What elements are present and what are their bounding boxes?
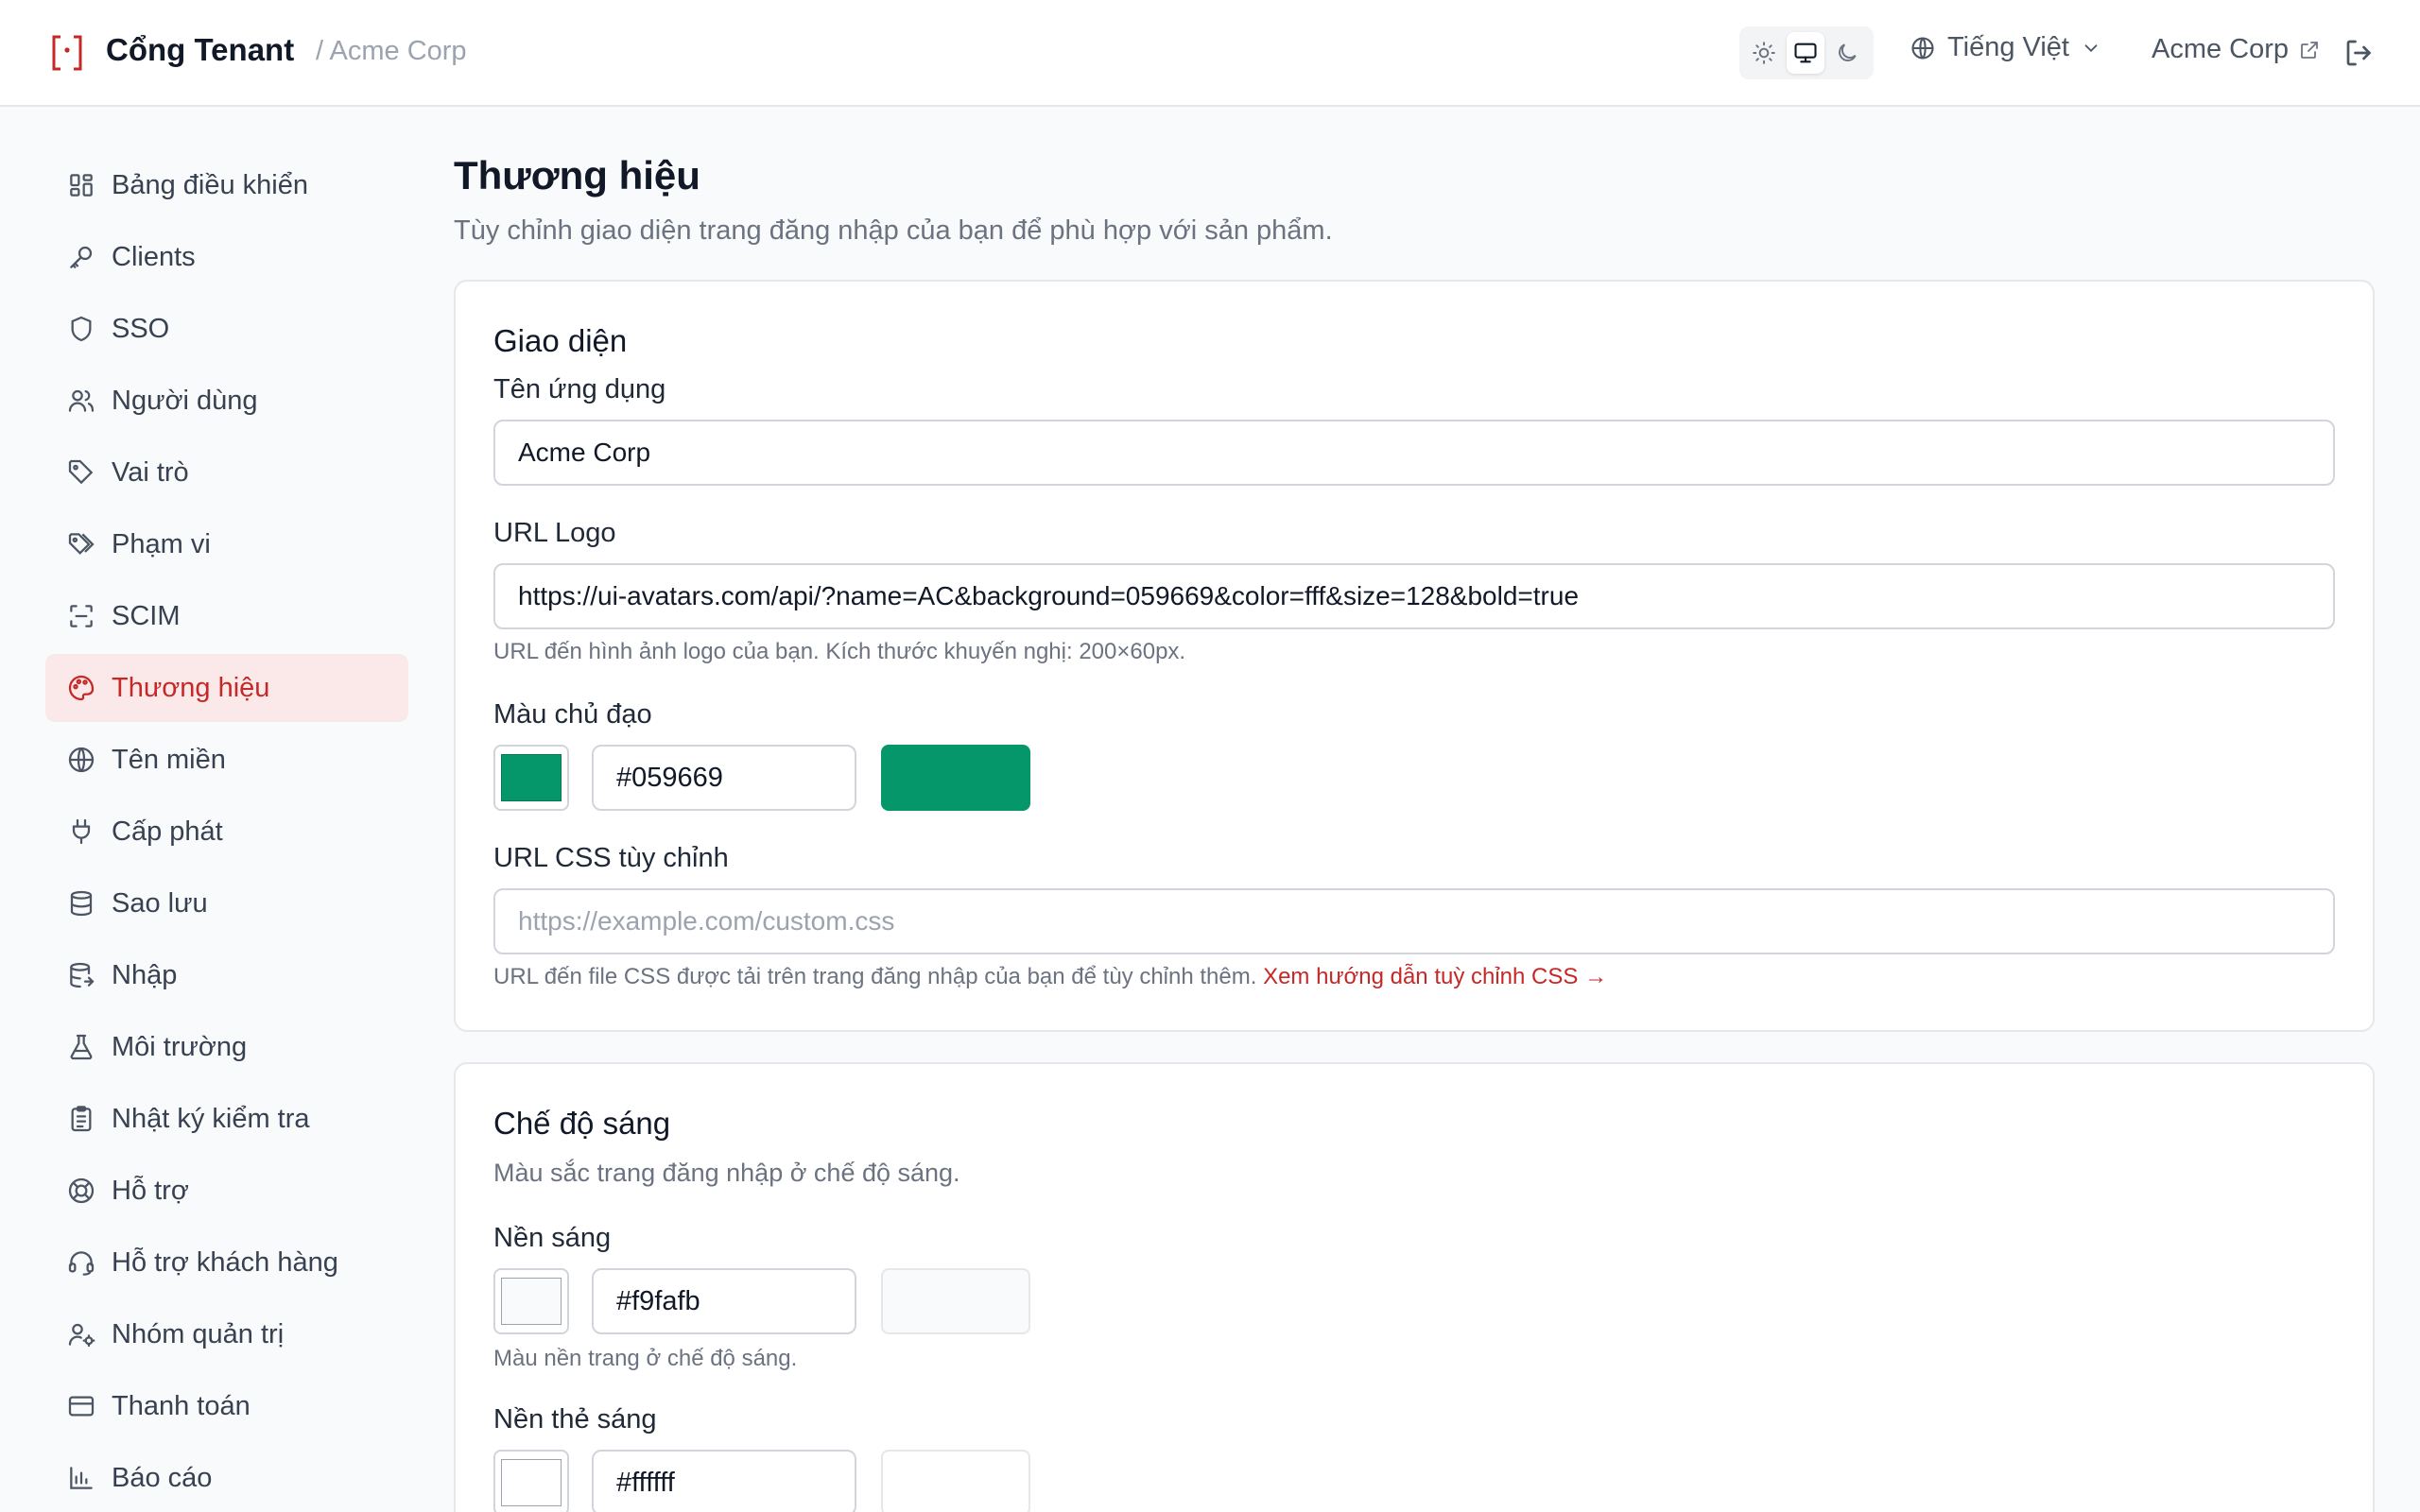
- sidebar-item-environments[interactable]: Môi trường: [45, 1013, 408, 1081]
- monitor-icon: [1794, 43, 1817, 63]
- sidebar-item-customer-support[interactable]: Hỗ trợ khách hàng: [45, 1228, 408, 1297]
- dashboard-icon: [70, 174, 93, 197]
- moon-icon: [1839, 43, 1857, 61]
- tenant-external-link[interactable]: Acme Corp: [2152, 34, 2321, 65]
- brand-logo-icon: [52, 35, 82, 71]
- database-import-icon: [70, 962, 95, 988]
- language-selector[interactable]: Tiếng Việt: [1910, 32, 2101, 63]
- light-mode-card: Chế độ sáng Màu sắc trang đăng nhập ở ch…: [454, 1062, 2375, 1512]
- app-name-label: Tên ứng dụng: [493, 374, 666, 404]
- theme-toggle: [1739, 26, 1874, 79]
- page-subtitle: Tùy chỉnh giao diện trang đăng nhập của …: [454, 215, 1333, 246]
- sidebar-item-users[interactable]: Người dùng: [45, 367, 408, 435]
- scan-icon: [70, 605, 93, 627]
- tags-icon: [68, 533, 95, 555]
- brand-title: Cổng Tenant: [106, 32, 295, 67]
- flask-icon: [70, 1034, 93, 1060]
- sidebar-item-scopes[interactable]: Phạm vi: [45, 510, 408, 578]
- sidebar-item-reports[interactable]: Báo cáo: [45, 1444, 408, 1512]
- credit-card-icon: [68, 1396, 95, 1417]
- sidebar-item-import[interactable]: Nhập: [45, 941, 408, 1009]
- light-card-preview: [881, 1450, 1030, 1512]
- light-bg-label: Nền sáng: [493, 1223, 612, 1253]
- database-icon: [70, 890, 93, 917]
- appearance-title: Giao diện: [493, 323, 628, 358]
- light-card-label: Nền thẻ sáng: [493, 1404, 657, 1435]
- palette-icon: [68, 675, 95, 701]
- light-bg-color-picker[interactable]: [493, 1268, 569, 1334]
- sidebar: Bảng điều khiển Clients SSO Người dùng V…: [45, 151, 408, 1512]
- chevron-down-icon: [2084, 43, 2098, 52]
- primary-color-label: Màu chủ đạo: [493, 699, 652, 730]
- sidebar-item-sso[interactable]: SSO: [45, 295, 408, 363]
- page-title: Thương hiệu: [454, 153, 700, 198]
- sidebar-item-backup[interactable]: Sao lưu: [45, 869, 408, 937]
- sidebar-item-billing[interactable]: Thanh toán: [45, 1372, 408, 1440]
- logout-icon[interactable]: [2342, 36, 2377, 70]
- light-bg-preview: [881, 1268, 1030, 1334]
- sidebar-item-provisioning[interactable]: Cấp phát: [45, 798, 408, 866]
- custom-css-help: URL đến file CSS được tải trên trang đăn…: [493, 964, 1608, 989]
- light-card-swatch: [501, 1459, 562, 1506]
- sidebar-item-support[interactable]: Hỗ trợ: [45, 1157, 408, 1225]
- sidebar-item-admin-groups[interactable]: Nhóm quản trị: [45, 1300, 408, 1368]
- light-mode-title: Chế độ sáng: [493, 1106, 671, 1141]
- clipboard-icon: [71, 1106, 92, 1132]
- custom-css-input[interactable]: https://example.com/custom.css: [493, 888, 2335, 954]
- bar-chart-icon: [70, 1467, 93, 1489]
- css-guide-link[interactable]: Xem hướng dẫn tuỳ chỉnh CSS →: [1263, 964, 1607, 989]
- sidebar-item-audit-log[interactable]: Nhật ký kiểm tra: [45, 1085, 408, 1153]
- users-icon: [68, 389, 95, 412]
- external-link-icon: [2301, 41, 2318, 59]
- globe-icon: [68, 747, 95, 773]
- language-label: Tiếng Việt: [1947, 32, 2069, 62]
- light-bg-help: Màu nền trang ở chế độ sáng.: [493, 1346, 798, 1371]
- light-mode-description: Màu sắc trang đăng nhập ở chế độ sáng.: [493, 1159, 960, 1187]
- appearance-card: Giao diện Tên ứng dụng Acme Corp URL Log…: [454, 280, 2375, 1032]
- light-bg-input[interactable]: #f9fafb: [592, 1268, 856, 1334]
- system-theme-button[interactable]: [1787, 32, 1824, 74]
- light-theme-button[interactable]: [1745, 32, 1783, 74]
- light-card-color-picker[interactable]: [493, 1450, 569, 1512]
- primary-color-picker[interactable]: [493, 745, 569, 811]
- dark-theme-button[interactable]: [1828, 32, 1866, 74]
- top-header: Cổng Tenant / Acme Corp Tiếng Việt Acme: [0, 0, 2420, 107]
- tenant-link-label: Acme Corp: [2152, 34, 2290, 64]
- tag-icon: [68, 459, 94, 485]
- globe-icon: [1911, 36, 1934, 60]
- light-bg-swatch: [501, 1278, 562, 1325]
- plug-icon: [72, 818, 91, 845]
- sidebar-item-dashboard[interactable]: Bảng điều khiển: [45, 151, 408, 219]
- logo-url-label: URL Logo: [493, 518, 616, 548]
- sun-icon: [1753, 42, 1775, 64]
- sidebar-item-scim[interactable]: SCIM: [45, 582, 408, 650]
- primary-color-preview: [881, 745, 1030, 811]
- headset-icon: [68, 1251, 95, 1276]
- shield-icon: [71, 316, 92, 342]
- sidebar-item-branding[interactable]: Thương hiệu: [45, 654, 408, 722]
- primary-color-swatch: [501, 754, 562, 801]
- logo-url-help: URL đến hình ảnh logo của bạn. Kích thướ…: [493, 639, 1186, 664]
- app-name-input[interactable]: Acme Corp: [493, 420, 2335, 486]
- primary-color-input[interactable]: #059669: [592, 745, 856, 811]
- light-card-input[interactable]: #ffffff: [592, 1450, 856, 1512]
- user-cog-icon: [68, 1323, 95, 1348]
- lifebuoy-icon: [68, 1177, 95, 1204]
- sidebar-item-roles[interactable]: Vai trò: [45, 438, 408, 507]
- brand-subtitle: / Acme Corp: [316, 36, 467, 66]
- sidebar-item-domains[interactable]: Tên miền: [45, 726, 408, 794]
- logo-url-input[interactable]: https://ui-avatars.com/api/?name=AC&back…: [493, 563, 2335, 629]
- key-icon: [70, 246, 93, 268]
- custom-css-label: URL CSS tùy chỉnh: [493, 843, 729, 873]
- sidebar-item-clients[interactable]: Clients: [45, 223, 408, 291]
